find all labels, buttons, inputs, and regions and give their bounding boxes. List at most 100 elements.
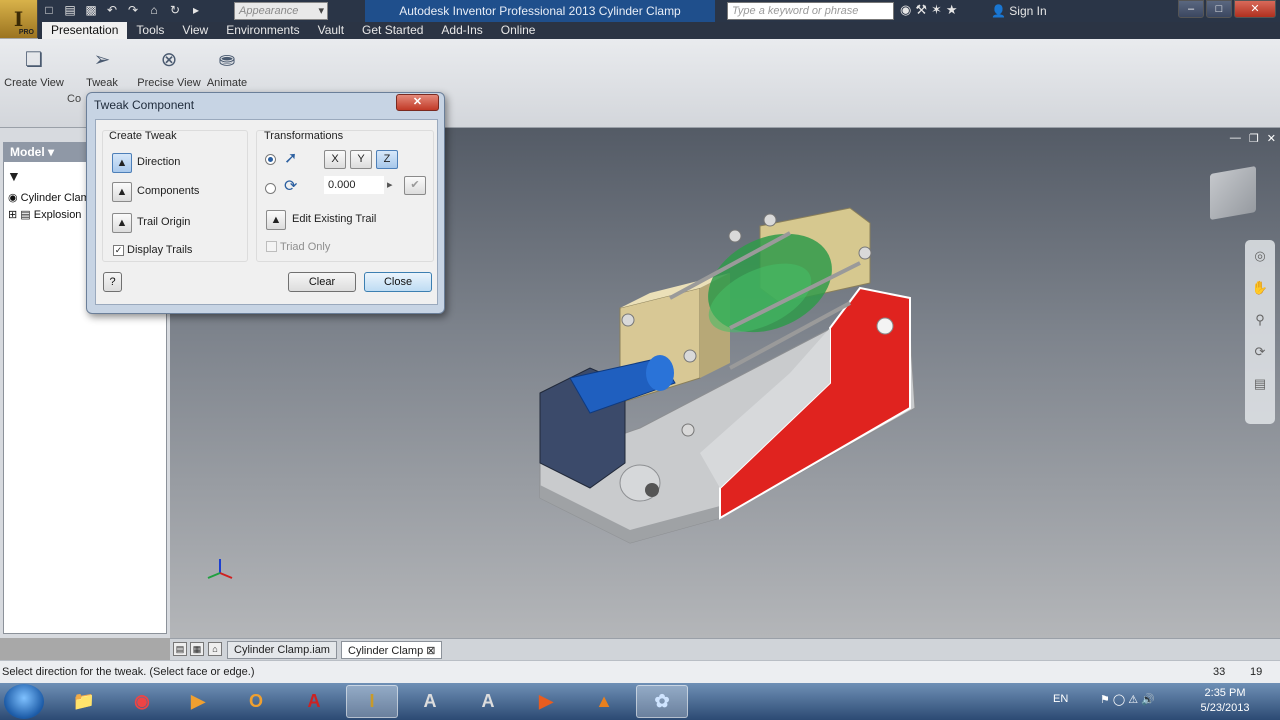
tweak-component-dialog: Tweak Component ✕ Create Tweak ▲ Directi… xyxy=(86,92,445,314)
outlook-icon[interactable]: O xyxy=(230,685,282,718)
create-view-icon: ❏ xyxy=(25,48,43,71)
redo-icon[interactable]: ↷ xyxy=(124,2,142,19)
translate-radio[interactable] xyxy=(265,154,276,165)
flower-app-icon[interactable]: ✿ xyxy=(636,685,688,718)
components-select-button[interactable]: ▲ xyxy=(112,182,132,202)
tab-tools[interactable]: Tools xyxy=(127,22,173,39)
pro-badge: PRO xyxy=(18,29,34,36)
favorites-icon[interactable]: ★ xyxy=(946,2,958,18)
close-window-button[interactable]: ✕ xyxy=(1234,0,1276,18)
sign-in-link[interactable]: 👤 Sign In xyxy=(991,4,1047,18)
doc-tab-assembly[interactable]: Cylinder Clamp.iam xyxy=(227,641,337,659)
apply-checkmark-button[interactable]: ✔ xyxy=(404,176,426,195)
filter-icon[interactable]: ▼ xyxy=(7,168,21,184)
x-axis-button[interactable]: X xyxy=(324,150,346,169)
dialog-close-button[interactable]: ✕ xyxy=(396,94,439,111)
open-icon[interactable]: ▤ xyxy=(61,2,79,19)
close-tab-icon[interactable]: ⊠ xyxy=(426,645,435,657)
tree-item-label: Cylinder Clam xyxy=(20,192,90,204)
home-icon[interactable]: ⌂ xyxy=(145,2,163,19)
maximize-button[interactable]: □ xyxy=(1206,0,1232,18)
search-input[interactable]: Type a keyword or phrase xyxy=(727,2,894,20)
transform-value-input[interactable]: 0.000 xyxy=(324,176,384,194)
tweak-label: Tweak xyxy=(86,77,118,89)
window-title: Autodesk Inventor Professional 2013 Cyli… xyxy=(365,0,715,22)
triad-only-checkbox[interactable] xyxy=(266,241,277,252)
cascade-icon[interactable]: ▦ xyxy=(190,642,204,656)
rotate-icon: ⟳ xyxy=(284,178,298,195)
tweak-icon: ➢ xyxy=(93,48,111,71)
animate-button[interactable]: ⛂ Animate xyxy=(203,45,251,90)
autocad-icon[interactable]: A xyxy=(288,685,340,718)
close-button[interactable]: Close xyxy=(364,272,432,292)
tree-item-assembly[interactable]: ◉ Cylinder Clam xyxy=(8,191,90,204)
application-menu-button[interactable]: I PRO xyxy=(0,0,38,38)
dialog-title: Tweak Component xyxy=(94,98,195,112)
sign-in-label: Sign In xyxy=(1009,4,1047,18)
trail-origin-label: Trail Origin xyxy=(137,216,191,228)
value-arrow-icon[interactable]: ▸ xyxy=(387,178,393,191)
tools-icon[interactable]: ⚒ xyxy=(915,2,927,18)
transformations-title: Transformations xyxy=(264,130,344,142)
minimize-button[interactable]: – xyxy=(1178,0,1204,18)
home-tab-icon[interactable]: ⌂ xyxy=(208,642,222,656)
tab-vault[interactable]: Vault xyxy=(309,22,353,39)
status-bar: Select direction for the tweak. (Select … xyxy=(0,660,1280,683)
doc-tab-label: Cylinder Clamp xyxy=(348,645,424,657)
components-label: Components xyxy=(137,185,200,197)
tab-view[interactable]: View xyxy=(173,22,217,39)
y-axis-button[interactable]: Y xyxy=(350,150,372,169)
precise-view-icon: ⊗ xyxy=(160,48,178,71)
tile-icon[interactable]: ▤ xyxy=(173,642,187,656)
inventor-icon[interactable]: I xyxy=(346,685,398,718)
rotate-radio[interactable] xyxy=(265,183,276,194)
tray-icons[interactable]: ⚑ ◯ ⚠ 🔊 xyxy=(1100,693,1155,706)
bracket-hole xyxy=(876,317,894,335)
media-player-icon[interactable]: ▶ xyxy=(172,685,224,718)
tree-item-explosion[interactable]: ⊞ ▤ Explosion xyxy=(8,208,81,221)
system-clock[interactable]: 2:35 PM 5/23/2013 xyxy=(1190,686,1260,716)
select-icon[interactable]: ▸ xyxy=(187,2,205,19)
app-icon[interactable]: ▲ xyxy=(578,685,630,718)
start-button[interactable] xyxy=(4,684,44,719)
chrome-icon[interactable]: ◉ xyxy=(116,685,168,718)
trail-origin-select-button[interactable]: ▲ xyxy=(112,213,132,233)
autocad-2-icon[interactable]: A xyxy=(404,685,456,718)
recorder-icon[interactable]: ▶ xyxy=(520,685,572,718)
binoculars-icon[interactable]: ◉ xyxy=(900,2,911,18)
appearance-dropdown[interactable]: Appearance xyxy=(234,2,328,20)
animate-label: Animate xyxy=(206,77,248,89)
help-button[interactable]: ? xyxy=(103,272,122,292)
update-icon[interactable]: ↻ xyxy=(166,2,184,19)
tab-add-ins[interactable]: Add-Ins xyxy=(432,22,491,39)
z-axis-button[interactable]: Z xyxy=(376,150,398,169)
tab-get-started[interactable]: Get Started xyxy=(353,22,432,39)
precise-view-label: Precise View xyxy=(137,77,201,89)
display-trails-label: Display Trails xyxy=(127,244,193,256)
subscription-icon[interactable]: ✶ xyxy=(931,2,942,18)
status-message: Select direction for the tweak. (Select … xyxy=(2,666,255,678)
tab-environments[interactable]: Environments xyxy=(217,22,308,39)
create-view-label: Create View xyxy=(4,77,64,89)
translate-icon: ➚ xyxy=(284,150,298,167)
autocad-3-icon[interactable]: A xyxy=(462,685,514,718)
new-icon[interactable]: □ xyxy=(40,2,58,19)
explorer-icon[interactable]: 📁 xyxy=(58,685,110,718)
tab-online[interactable]: Online xyxy=(492,22,545,39)
doc-tab-presentation[interactable]: Cylinder Clamp ⊠ xyxy=(341,641,443,659)
create-view-button[interactable]: ❏ Create View xyxy=(4,45,64,90)
edit-existing-trail-label: Edit Existing Trail xyxy=(292,213,377,225)
clear-button[interactable]: Clear xyxy=(288,272,356,292)
precise-view-button[interactable]: ⊗ Precise View xyxy=(137,45,201,90)
tab-presentation[interactable]: Presentation xyxy=(42,22,128,39)
language-indicator[interactable]: EN xyxy=(1053,693,1068,705)
window-controls: – □ ✕ xyxy=(1178,0,1276,18)
direction-select-button[interactable]: ▲ xyxy=(112,153,132,173)
tweak-button[interactable]: ➢ Tweak xyxy=(82,45,122,90)
ribbon-panel-label: Co xyxy=(67,93,82,105)
tree-item-label: Explosion xyxy=(33,209,82,221)
save-icon[interactable]: ▩ xyxy=(82,2,100,19)
edit-trail-select-button[interactable]: ▲ xyxy=(266,210,286,230)
undo-icon[interactable]: ↶ xyxy=(103,2,121,19)
display-trails-checkbox[interactable]: ✓ xyxy=(113,245,124,256)
